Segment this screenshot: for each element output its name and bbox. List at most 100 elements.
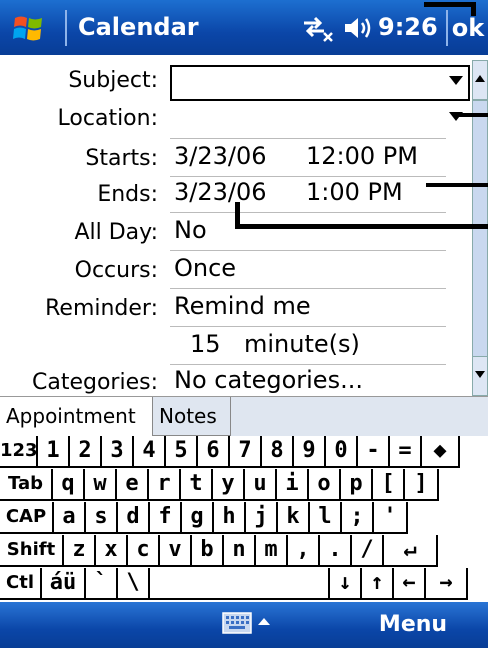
- key-symbol[interactable]: .: [320, 535, 352, 567]
- key-123[interactable]: 123: [0, 436, 38, 468]
- key-o[interactable]: o: [309, 469, 341, 501]
- key-k[interactable]: k: [278, 502, 310, 534]
- key-i[interactable]: i: [277, 469, 309, 501]
- key-c[interactable]: c: [128, 535, 160, 567]
- ends-date[interactable]: 3/23/06: [174, 178, 267, 206]
- reminder-amount[interactable]: 15: [190, 330, 221, 358]
- key-4[interactable]: 4: [134, 436, 166, 468]
- key-space[interactable]: [150, 568, 330, 600]
- callout-line: [471, 2, 476, 16]
- subject-input[interactable]: [170, 65, 470, 101]
- reminder-unit[interactable]: minute(s): [244, 330, 360, 358]
- key-v[interactable]: v: [160, 535, 192, 567]
- keyboard-icon[interactable]: [222, 612, 252, 634]
- key-shift[interactable]: Shift: [0, 535, 64, 567]
- soft-keyboard: 123 1 2 3 4 5 6 7 8 9 0- = ◆ Tab q w e r t y u i o p[] CAP a s d f g h…: [0, 436, 488, 602]
- clock[interactable]: 9:26: [378, 0, 438, 55]
- subject-dropdown-icon[interactable]: [449, 76, 463, 85]
- key-caps[interactable]: CAP: [0, 502, 54, 534]
- scroll-up-button[interactable]: [472, 60, 488, 100]
- key-backspace[interactable]: ◆: [422, 436, 460, 468]
- key-7[interactable]: 7: [230, 436, 262, 468]
- row-divider: [170, 138, 446, 139]
- key-s[interactable]: s: [86, 502, 118, 534]
- title-separator: [65, 10, 67, 46]
- key-tab[interactable]: Tab: [0, 469, 53, 501]
- key-symbol[interactable]: -: [358, 436, 390, 468]
- key-w[interactable]: w: [85, 469, 117, 501]
- key-accents[interactable]: áü: [42, 568, 86, 600]
- key-3[interactable]: 3: [102, 436, 134, 468]
- categories-value[interactable]: No categories...: [174, 366, 363, 394]
- key-symbol[interactable]: ↓: [330, 568, 362, 600]
- key-b[interactable]: b: [192, 535, 224, 567]
- input-menu-arrow-icon[interactable]: [258, 618, 270, 625]
- categories-label: Categories:: [32, 370, 158, 395]
- key-n[interactable]: n: [224, 535, 256, 567]
- key-symbol[interactable]: →: [426, 568, 468, 600]
- tab-notes[interactable]: Notes: [153, 397, 231, 436]
- key-u[interactable]: u: [245, 469, 277, 501]
- key-symbol[interactable]: [: [373, 469, 405, 501]
- key-m[interactable]: m: [256, 535, 288, 567]
- connectivity-icon[interactable]: [300, 13, 336, 43]
- key-j[interactable]: j: [246, 502, 278, 534]
- key-1[interactable]: 1: [38, 436, 70, 468]
- scroll-thumb[interactable]: [472, 100, 488, 358]
- row-divider: [170, 364, 446, 365]
- key-9[interactable]: 9: [294, 436, 326, 468]
- key-y[interactable]: y: [213, 469, 245, 501]
- key-symbol[interactable]: ': [374, 502, 408, 534]
- key-g[interactable]: g: [182, 502, 214, 534]
- callout-line: [424, 2, 476, 7]
- key-r[interactable]: r: [149, 469, 181, 501]
- key-e[interactable]: e: [117, 469, 149, 501]
- key-6[interactable]: 6: [198, 436, 230, 468]
- key-h[interactable]: h: [214, 502, 246, 534]
- key-q[interactable]: q: [53, 469, 85, 501]
- occurs-value[interactable]: Once: [174, 254, 236, 282]
- key-symbol[interactable]: ;: [342, 502, 374, 534]
- all-day-label: All Day:: [74, 220, 158, 245]
- key-d[interactable]: d: [118, 502, 150, 534]
- starts-time[interactable]: 12:00 PM: [306, 142, 418, 170]
- key-8[interactable]: 8: [262, 436, 294, 468]
- row-divider: [170, 250, 446, 251]
- key-z[interactable]: z: [64, 535, 96, 567]
- row-divider: [170, 176, 446, 177]
- key-symbol[interactable]: ←: [394, 568, 426, 600]
- occurs-label: Occurs:: [74, 258, 158, 283]
- app-title: Calendar: [78, 13, 199, 41]
- starts-date[interactable]: 3/23/06: [174, 142, 267, 170]
- callout-line: [456, 113, 488, 117]
- scroll-down-button[interactable]: [472, 356, 488, 396]
- row-divider: [170, 212, 446, 213]
- key-enter[interactable]: ↵: [384, 535, 438, 567]
- key-symbol[interactable]: ,: [288, 535, 320, 567]
- volume-icon[interactable]: [343, 14, 373, 42]
- key-0[interactable]: 0: [326, 436, 358, 468]
- key-symbol[interactable]: \: [118, 568, 150, 600]
- key-symbol[interactable]: =: [390, 436, 422, 468]
- key-ctl[interactable]: Ctl: [0, 568, 42, 600]
- key-symbol[interactable]: `: [86, 568, 118, 600]
- key-symbol[interactable]: /: [352, 535, 384, 567]
- key-l[interactable]: l: [310, 502, 342, 534]
- tab-appointment[interactable]: Appointment: [0, 397, 153, 436]
- key-p[interactable]: p: [341, 469, 373, 501]
- all-day-value[interactable]: No: [174, 216, 207, 244]
- key-symbol[interactable]: ]: [405, 469, 439, 501]
- key-a[interactable]: a: [54, 502, 86, 534]
- windows-flag-icon[interactable]: [12, 12, 46, 46]
- ends-time[interactable]: 1:00 PM: [306, 178, 403, 206]
- key-t[interactable]: t: [181, 469, 213, 501]
- menu-button[interactable]: Menu: [358, 602, 468, 648]
- key-symbol[interactable]: ↑: [362, 568, 394, 600]
- key-x[interactable]: x: [96, 535, 128, 567]
- key-5[interactable]: 5: [166, 436, 198, 468]
- ok-button[interactable]: ok: [446, 10, 488, 46]
- key-f[interactable]: f: [150, 502, 182, 534]
- ends-label: Ends:: [97, 182, 158, 207]
- key-2[interactable]: 2: [70, 436, 102, 468]
- reminder-value[interactable]: Remind me: [174, 292, 311, 320]
